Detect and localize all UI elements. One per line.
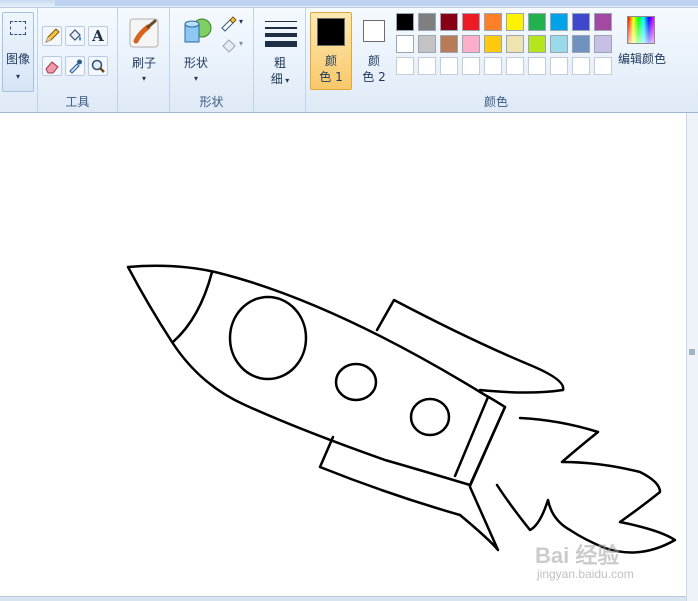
svg-text:▾: ▾: [239, 39, 243, 48]
chevron-down-icon: ▾: [15, 72, 20, 81]
brushes-button[interactable]: 刷子 ▾: [122, 12, 166, 92]
watermark-url: jingyan.baidu.com: [537, 567, 634, 581]
shapes-icon: [182, 16, 214, 48]
scrollbar-grip[interactable]: [689, 349, 695, 355]
rocket-bottom-fin: [318, 435, 500, 552]
line-width-icon: [265, 19, 297, 47]
chevron-down-icon: ▾: [141, 74, 146, 83]
size-group: 粗 细 ▾: [254, 8, 306, 112]
watermark-logo: Bai 经验: [535, 543, 620, 568]
fill-icon[interactable]: ▾: [220, 36, 248, 54]
rocket-flame: [495, 416, 677, 554]
tools-group: A 工具: [38, 8, 118, 112]
image-group: 图像 ▾: [0, 8, 38, 112]
horizontal-scrollbar[interactable]: [0, 596, 686, 601]
image-label: 图像: [5, 52, 30, 66]
pencil-icon[interactable]: [42, 26, 62, 46]
size-label-line2: 细 ▾: [270, 72, 290, 86]
eraser-icon[interactable]: [42, 56, 62, 76]
shapes-button[interactable]: 形状 ▾: [174, 12, 218, 92]
select-rect-icon: [10, 21, 26, 35]
brushes-label: 刷子: [131, 56, 156, 70]
brushes-group: 刷子 ▾: [118, 8, 170, 112]
shapes-group-label: 形状: [199, 95, 224, 109]
vertical-scrollbar[interactable]: [686, 113, 698, 601]
drawing-canvas[interactable]: [0, 113, 686, 598]
chevron-down-icon: ▾: [282, 76, 290, 85]
fill-bucket-icon[interactable]: [65, 26, 85, 46]
size-label-line1: 粗: [273, 56, 286, 70]
select-button[interactable]: 图像 ▾: [2, 12, 34, 92]
colors-group: 颜色: [306, 8, 686, 112]
rocket-top-fin: [375, 298, 565, 394]
color-picker-icon[interactable]: [65, 56, 85, 76]
svg-text:▾: ▾: [239, 17, 243, 26]
rocket-body: [126, 264, 507, 487]
brush-icon: [128, 17, 160, 49]
tab-strip: [55, 0, 698, 6]
text-icon[interactable]: A: [88, 26, 108, 46]
shapes-label: 形状: [183, 56, 208, 70]
chevron-down-icon: ▾: [193, 74, 198, 83]
rocket-window-medium: [334, 362, 378, 402]
rocket-tail-band: [453, 395, 507, 488]
rocket-window-small: [409, 397, 451, 437]
magnifier-icon[interactable]: [88, 56, 108, 76]
ribbon: 图像 ▾ A 工具 刷子 ▾ 形状 ▾ ▾ ▾ 形状 粗 细 ▾ 颜 色 1 颜…: [0, 0, 698, 113]
colors-group-label: 颜色: [483, 95, 508, 109]
shapes-group: 形状 ▾ ▾ ▾ 形状: [170, 8, 254, 112]
outline-icon[interactable]: ▾: [220, 14, 248, 32]
tools-group-label: 工具: [65, 95, 90, 109]
rocket-drawing: [126, 264, 677, 554]
rocket-window-large: [228, 295, 308, 381]
size-button[interactable]: 粗 细 ▾: [258, 12, 302, 92]
rocket-nose-line: [171, 270, 214, 344]
